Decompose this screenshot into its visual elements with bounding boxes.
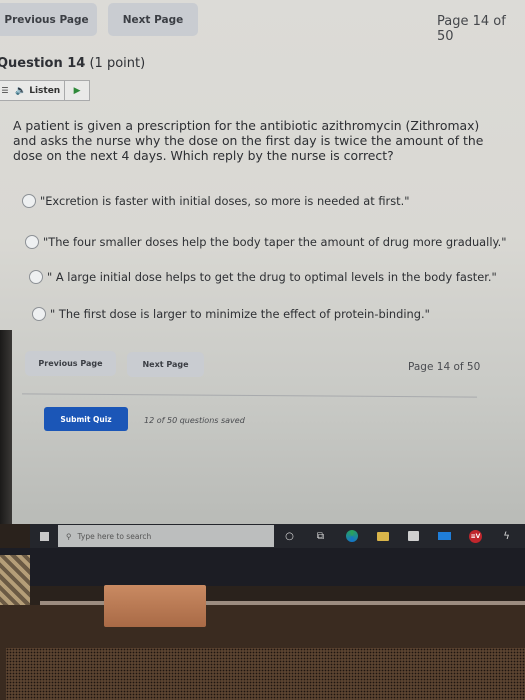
listen-button[interactable]: 🔈 Listen: [11, 81, 66, 100]
laptop-screen: Previous Page Next Page Page 14 of 50 Qu…: [0, 0, 525, 524]
question-number: Question 14: [0, 56, 86, 71]
answer-option[interactable]: " A large initial dose helps to get the …: [29, 270, 497, 284]
vpn-icon: ≡V: [469, 529, 482, 543]
radio-button[interactable]: [29, 270, 43, 284]
vpn-button[interactable]: ≡V: [460, 524, 491, 548]
submit-quiz-button[interactable]: Submit Quiz: [44, 407, 128, 431]
file-explorer-button[interactable]: [367, 524, 398, 548]
store-icon: [408, 531, 419, 541]
cortana-icon[interactable]: ○: [274, 524, 305, 548]
speaker-icon: 🔈: [15, 85, 27, 96]
radio-button[interactable]: [22, 194, 36, 208]
page-indicator-top: Page 14 of 50: [437, 14, 506, 44]
page-indicator-bottom: Page 14 of 50: [408, 361, 481, 373]
read-aloud-toolbar: ☰ 🔈 Listen ▶: [0, 80, 90, 101]
saved-status: 12 of 50 questions saved: [144, 416, 245, 425]
listen-label: Listen: [29, 85, 61, 96]
taskbar-search-input[interactable]: ⚲ Type here to search: [58, 525, 274, 547]
radio-button[interactable]: [25, 235, 39, 249]
question-title: Question 14 (1 point): [0, 56, 145, 71]
mail-button[interactable]: [429, 524, 460, 548]
menu-icon[interactable]: ☰: [0, 81, 11, 100]
radio-button[interactable]: [32, 307, 46, 321]
next-page-button-top[interactable]: Next Page: [108, 3, 198, 36]
question-points: (1 point): [89, 56, 146, 71]
next-page-button-bottom[interactable]: Next Page: [127, 352, 204, 377]
laptop-sticker: [104, 585, 206, 627]
answer-option[interactable]: "Excretion is faster with initial doses,…: [22, 194, 409, 208]
screen-bezel: [0, 330, 12, 524]
task-view-icon[interactable]: ⧉: [305, 524, 336, 548]
option-label: "Excretion is faster with initial doses,…: [40, 194, 410, 208]
edge-button[interactable]: [336, 524, 367, 548]
store-button[interactable]: [398, 524, 429, 548]
search-placeholder: Type here to search: [77, 531, 152, 541]
play-icon[interactable]: ▶: [65, 86, 89, 96]
app-icon[interactable]: ϟ: [491, 524, 522, 548]
edge-icon: [345, 530, 358, 542]
windows-taskbar: ⚲ Type here to search ○ ⧉ ≡V ϟ: [30, 524, 525, 548]
speaker-grille: [6, 648, 525, 700]
divider: [22, 393, 477, 398]
mail-icon: [438, 532, 451, 540]
answer-option[interactable]: " The first dose is larger to minimize t…: [32, 307, 430, 321]
option-label: " A large initial dose helps to get the …: [47, 270, 497, 284]
previous-page-button-top[interactable]: Previous Page: [0, 3, 97, 36]
search-icon: ⚲: [66, 531, 72, 541]
question-text: A patient is given a prescription for th…: [13, 118, 484, 163]
option-label: " The first dose is larger to minimize t…: [50, 307, 430, 321]
file-explorer-icon: [376, 531, 389, 541]
answer-option[interactable]: "The four smaller doses help the body ta…: [25, 235, 506, 249]
laptop-bezel: [0, 548, 525, 586]
start-button[interactable]: [30, 524, 58, 548]
option-label: "The four smaller doses help the body ta…: [43, 235, 507, 249]
previous-page-button-bottom[interactable]: Previous Page: [25, 351, 116, 376]
windows-start-icon: [39, 531, 49, 541]
